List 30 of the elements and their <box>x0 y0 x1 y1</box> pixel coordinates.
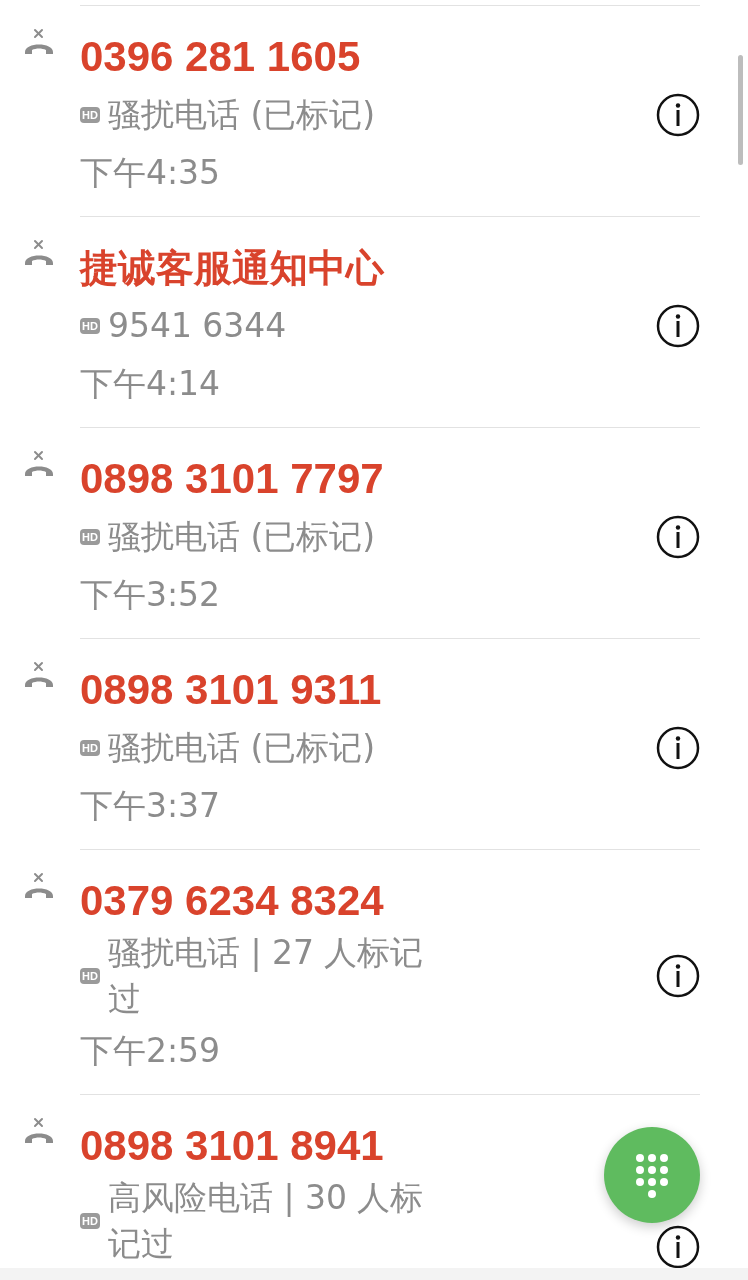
hd-badge: HD <box>80 968 100 984</box>
caller-name: 0379 6234 8324 <box>80 876 385 926</box>
info-button[interactable] <box>656 304 700 348</box>
hd-badge: HD <box>80 318 100 334</box>
caller-name: 0898 3101 8941 <box>80 1121 385 1171</box>
call-time: 下午3:37 <box>80 785 222 827</box>
call-time: 下午3:52 <box>80 574 222 616</box>
call-detail: 骚扰电话 | 27 人标记过 <box>107 932 425 1020</box>
call-time: 下午2:59 <box>80 1030 222 1072</box>
call-detail: 高风险电话 | 30 人标记过 <box>107 1177 425 1265</box>
call-time: 下午4:35 <box>80 152 222 194</box>
info-button[interactable] <box>656 515 700 559</box>
dialpad-icon <box>634 1152 670 1198</box>
hd-badge: HD <box>80 107 100 123</box>
caller-name: 0396 281 1605 <box>80 32 362 82</box>
info-button[interactable] <box>656 1225 700 1269</box>
caller-name: 捷诚客服通知中心 <box>80 245 384 292</box>
info-button[interactable] <box>656 726 700 770</box>
caller-name: 0898 3101 7797 <box>80 454 384 504</box>
hd-badge: HD <box>80 529 100 545</box>
call-detail: 骚扰电话 (已标记) <box>107 727 376 769</box>
call-detail: 9541 6344 <box>107 305 287 347</box>
info-button[interactable] <box>656 93 700 137</box>
caller-name: 0898 3101 9311 <box>80 665 382 715</box>
call-detail: 骚扰电话 (已标记) <box>107 516 376 558</box>
hd-badge: HD <box>80 740 100 756</box>
call-detail: 骚扰电话 (已标记) <box>107 94 376 136</box>
hd-badge: HD <box>80 1213 100 1229</box>
call-time: 下午4:14 <box>80 363 222 405</box>
info-button[interactable] <box>656 954 700 998</box>
